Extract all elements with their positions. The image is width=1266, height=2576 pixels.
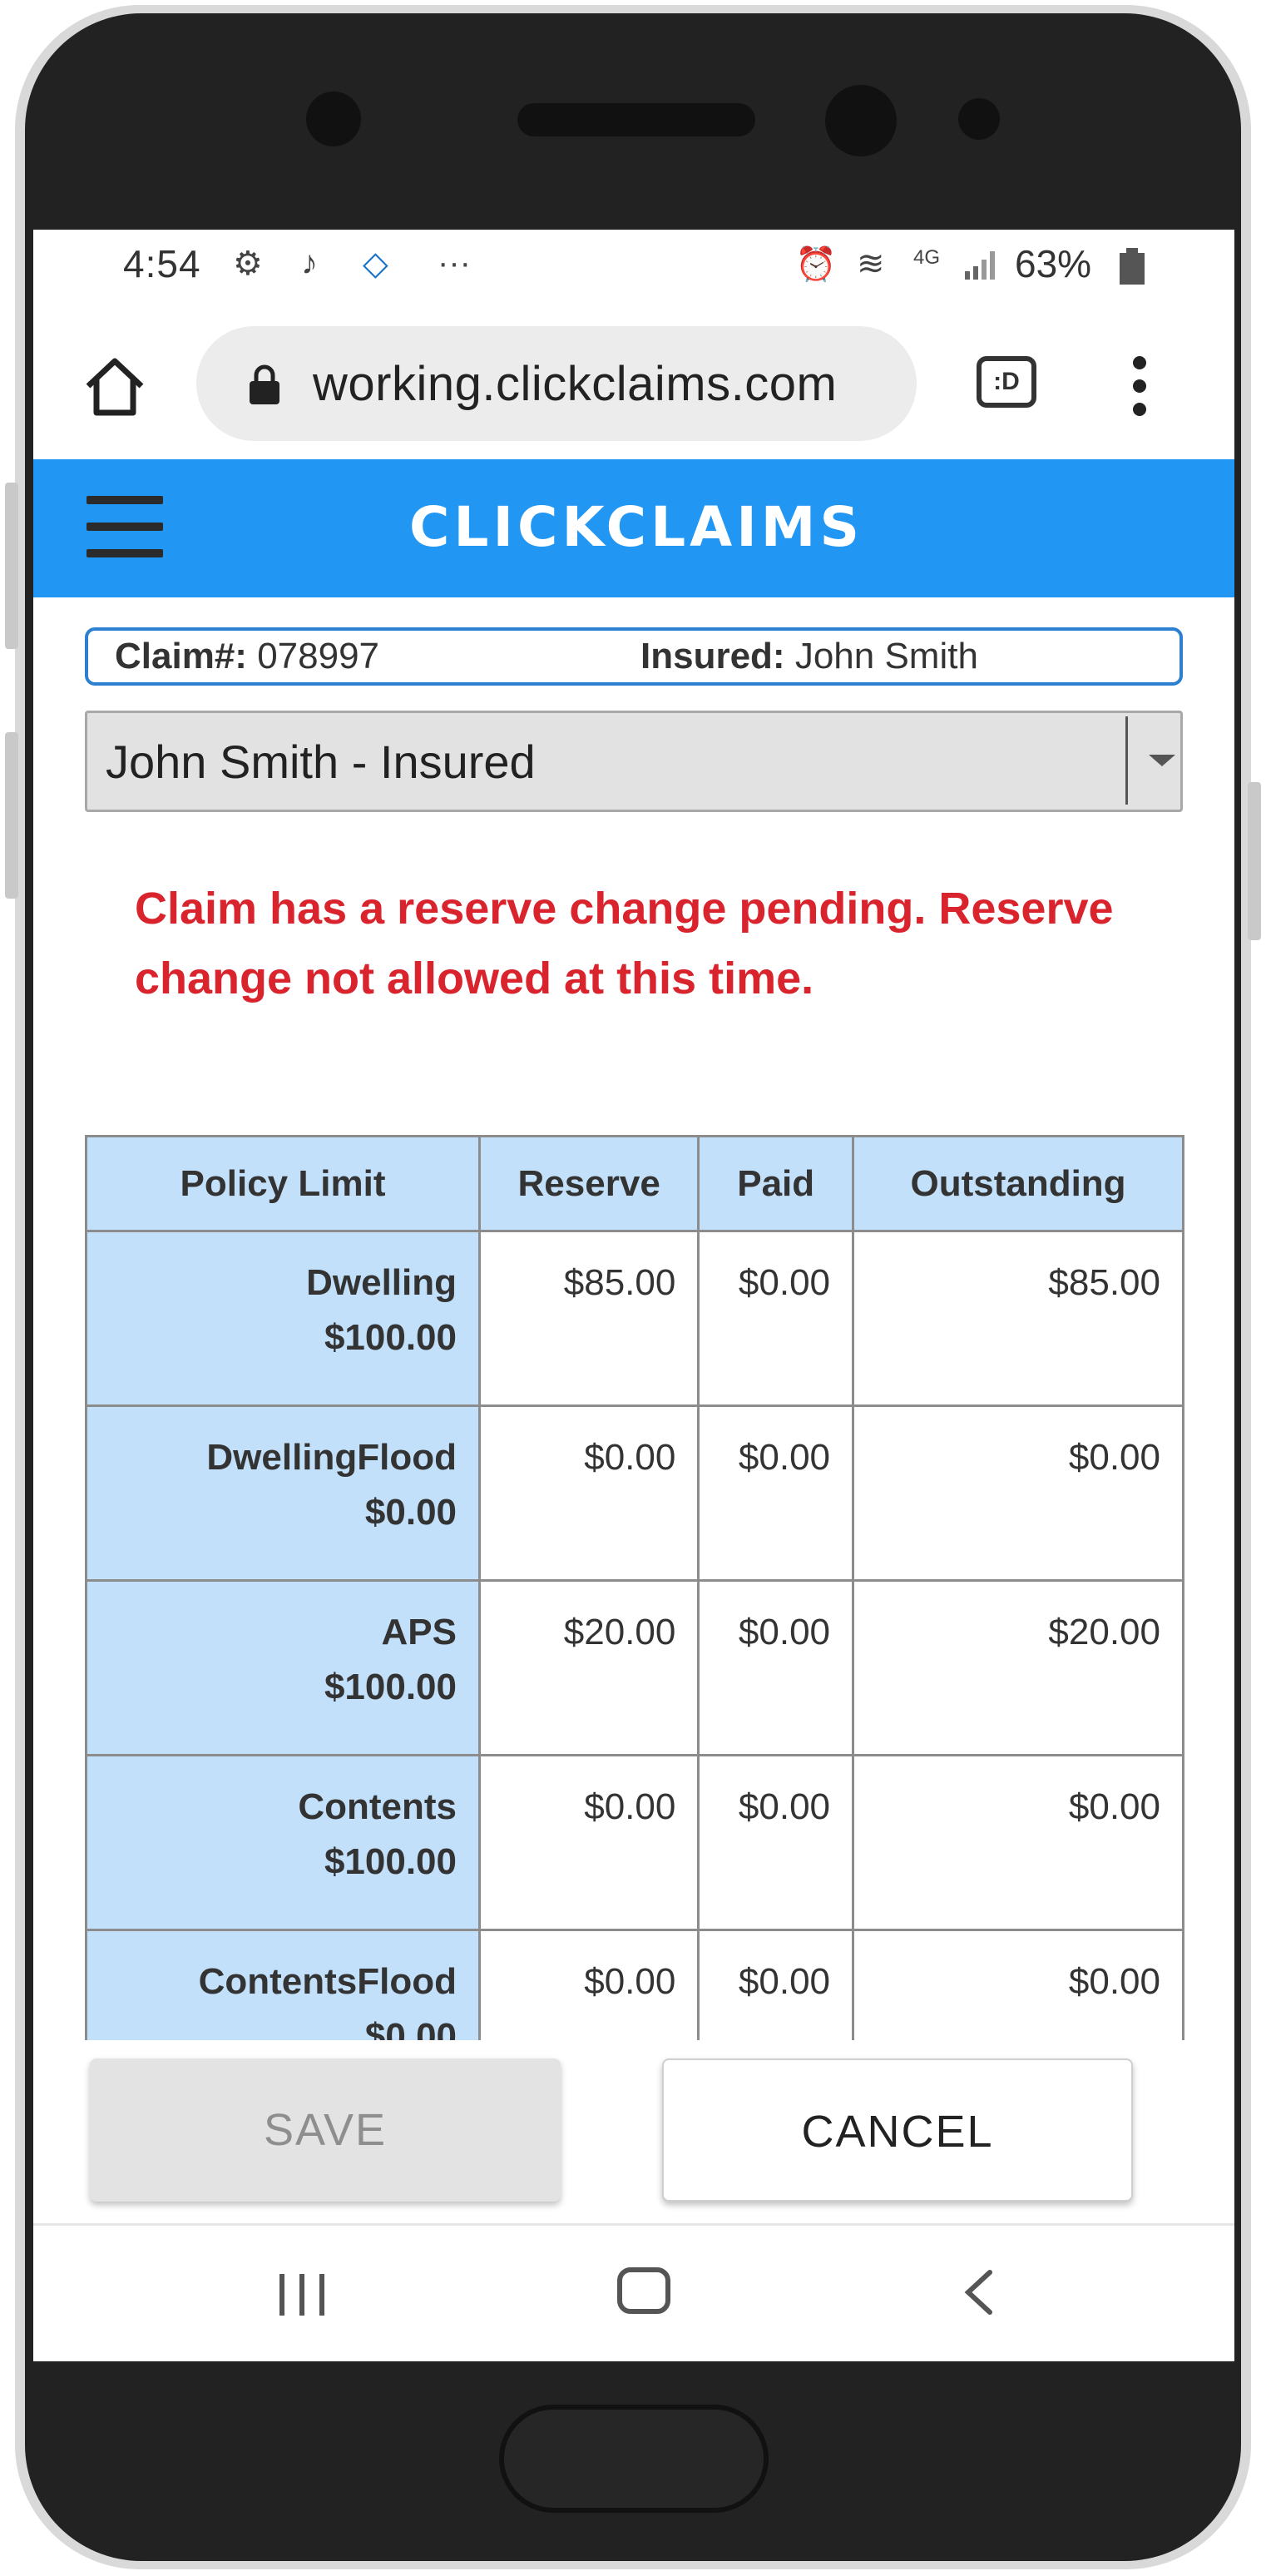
coverage-name: Contents xyxy=(298,1786,457,1827)
policy-limit-cell: DwellingFlood $0.00 xyxy=(85,1404,482,1582)
paid-cell: $0.00 xyxy=(697,1579,855,1756)
insured-label: Insured: xyxy=(640,636,785,676)
select-divider xyxy=(1125,716,1128,805)
paid-cell: $0.00 xyxy=(697,1404,855,1582)
party-select[interactable]: John Smith - Insured xyxy=(85,711,1183,812)
policy-limit-cell: Contents $100.00 xyxy=(85,1754,482,1931)
side-button xyxy=(1248,782,1261,940)
table-row: Dwelling $100.00 $85.00 $0.00 $85.00 xyxy=(85,1230,1184,1407)
table-row: ContentsFlood $0.00 $0.00 $0.00 $0.00 xyxy=(85,1929,1184,2040)
alarm-icon: ⏰ xyxy=(795,246,837,283)
table-row: Contents $100.00 $0.00 $0.00 $0.00 xyxy=(85,1754,1184,1931)
hardware-home-button xyxy=(499,2405,769,2513)
app-header: CLICKCLAIMS xyxy=(33,459,1234,597)
coverage-limit: $100.00 xyxy=(324,1841,457,1882)
reserve-table: Policy Limit Reserve Paid Outstanding Dw… xyxy=(85,1135,1184,2040)
outstanding-cell: $0.00 xyxy=(852,1404,1184,1582)
insured-name: John Smith xyxy=(794,636,978,676)
coverage-name: DwellingFlood xyxy=(206,1437,457,1478)
battery-icon xyxy=(1120,248,1145,285)
settings-icon: ⚙ xyxy=(233,245,263,282)
proximity-sensor xyxy=(958,98,1000,140)
reserve-cell[interactable]: $20.00 xyxy=(478,1579,700,1756)
tiktok-icon: ♪ xyxy=(301,245,318,281)
table-header-row: Policy Limit Reserve Paid Outstanding xyxy=(85,1135,1184,1232)
chevron-down-icon[interactable] xyxy=(1149,755,1175,766)
paid-cell: $0.00 xyxy=(697,1754,855,1931)
claim-number-label: Claim#: xyxy=(115,636,247,676)
tabs-icon[interactable]: :D xyxy=(977,356,1036,408)
reserve-warning-message: Claim has a reserve change pending. Rese… xyxy=(135,884,1114,1003)
url-text: working.clickclaims.com xyxy=(313,357,838,411)
coverage-name: ContentsFlood xyxy=(198,1961,457,2002)
col-header-reserve: Reserve xyxy=(478,1135,700,1232)
signal-icon xyxy=(965,251,995,280)
system-nav-bar xyxy=(33,2223,1234,2361)
outstanding-cell: $85.00 xyxy=(852,1230,1184,1407)
paid-cell: $0.00 xyxy=(697,1230,855,1407)
reserve-cell[interactable]: $85.00 xyxy=(478,1230,700,1407)
reserve-table-container[interactable]: Policy Limit Reserve Paid Outstanding Dw… xyxy=(85,1135,1184,2040)
claim-number: 078997 xyxy=(257,636,380,676)
home-icon[interactable] xyxy=(617,2267,670,2314)
outstanding-cell: $0.00 xyxy=(852,1754,1184,1931)
power-button xyxy=(5,732,18,899)
coverage-name: APS xyxy=(381,1612,457,1652)
more-notifications-icon: ··· xyxy=(438,245,471,281)
table-row: APS $100.00 $20.00 $0.00 $20.00 xyxy=(85,1579,1184,1756)
front-camera xyxy=(825,85,897,156)
table-row: DwellingFlood $0.00 $0.00 $0.00 $0.00 xyxy=(85,1404,1184,1582)
coverage-limit: $0.00 xyxy=(364,2016,457,2040)
network-4g-icon: 4G xyxy=(913,246,941,269)
earpiece-speaker xyxy=(517,103,755,136)
lock-icon xyxy=(250,364,279,404)
browser-toolbar: working.clickclaims.com :D xyxy=(33,323,1234,448)
policy-limit-cell: APS $100.00 xyxy=(85,1579,482,1756)
recent-apps-icon[interactable] xyxy=(279,2274,329,2316)
cancel-button[interactable]: CANCEL xyxy=(662,2058,1133,2202)
address-bar[interactable]: working.clickclaims.com xyxy=(196,326,917,441)
coverage-limit: $100.00 xyxy=(324,1667,457,1707)
browser-menu-icon[interactable] xyxy=(1131,354,1148,418)
coverage-name: Dwelling xyxy=(306,1262,457,1303)
browser-home-icon[interactable] xyxy=(82,353,148,419)
paid-cell: $0.00 xyxy=(697,1929,855,2040)
volume-button xyxy=(5,483,18,649)
reserve-cell[interactable]: $0.00 xyxy=(478,1929,700,2040)
policy-limit-cell: ContentsFlood $0.00 xyxy=(85,1929,482,2040)
col-header-policy-limit: Policy Limit xyxy=(85,1135,482,1232)
claim-info-box: Claim#: 078997 Insured: John Smith xyxy=(85,627,1183,686)
outstanding-cell: $20.00 xyxy=(852,1579,1184,1756)
back-icon[interactable] xyxy=(958,2269,1000,2316)
clickclaims-logo: CLICKCLAIMS xyxy=(408,495,863,559)
insured-group: Insured: John Smith xyxy=(640,636,978,677)
save-button[interactable]: SAVE xyxy=(90,2058,561,2202)
claim-number-group: Claim#: 078997 xyxy=(115,636,379,677)
coverage-limit: $100.00 xyxy=(324,1317,457,1358)
code-icon: ◇ xyxy=(363,245,388,282)
status-bar: 4:54 ⚙ ♪ ◇ ··· ⏰ ≋ 4G 63% xyxy=(33,230,1234,298)
hamburger-menu-icon[interactable] xyxy=(87,496,163,557)
coverage-limit: $0.00 xyxy=(364,1492,457,1533)
wifi-icon: ≋ xyxy=(857,245,885,282)
outstanding-cell: $0.00 xyxy=(852,1929,1184,2040)
party-select-value: John Smith - Insured xyxy=(106,736,536,788)
col-header-outstanding: Outstanding xyxy=(852,1135,1184,1232)
status-time: 4:54 xyxy=(123,242,201,285)
sensor-dot xyxy=(306,92,361,146)
battery-percent: 63% xyxy=(1015,242,1092,285)
col-header-paid: Paid xyxy=(697,1135,855,1232)
policy-limit-cell: Dwelling $100.00 xyxy=(85,1230,482,1407)
reserve-cell[interactable]: $0.00 xyxy=(478,1404,700,1582)
reserve-cell[interactable]: $0.00 xyxy=(478,1754,700,1931)
screen: 4:54 ⚙ ♪ ◇ ··· ⏰ ≋ 4G 63% working.clickc… xyxy=(33,230,1234,2361)
